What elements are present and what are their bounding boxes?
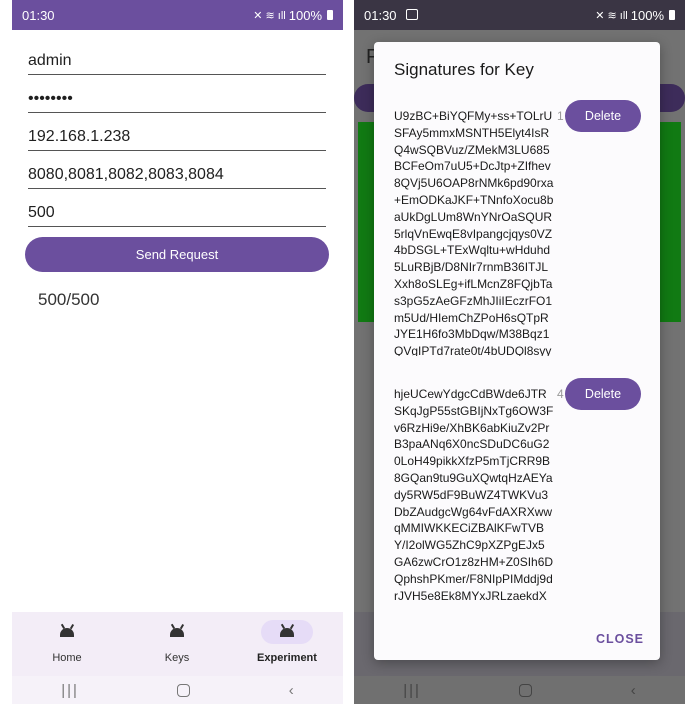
nav-experiment-label: Experiment [257, 652, 317, 664]
count-field[interactable]: 500 [28, 202, 326, 227]
signature-index: 1 [557, 109, 564, 123]
signature-index: 4 [557, 387, 564, 401]
status-icons: ✕ ≋ ıll 100% [253, 8, 333, 23]
status-time: 01:30 [22, 7, 55, 23]
username-field[interactable]: admin [28, 50, 326, 75]
status-time: 01:30 [364, 7, 397, 23]
back-icon[interactable]: ‹ [289, 682, 294, 699]
password-field[interactable]: •••••••• [28, 88, 326, 113]
nav-keys-pill [151, 620, 203, 644]
close-button[interactable]: CLOSE [596, 632, 644, 646]
nav-home-pill [41, 620, 93, 644]
android-icon [60, 627, 74, 637]
home-icon[interactable] [519, 683, 533, 697]
keys-screen-with-dialog: 01:30 ✕ ≋ ıll 100% P Signatures for Key … [354, 0, 685, 704]
nav-home[interactable]: Home [17, 620, 117, 664]
ports-field[interactable]: 8080,8081,8082,8083,8084 [28, 164, 326, 189]
android-icon [280, 627, 294, 637]
recents-icon[interactable]: ||| [403, 682, 421, 699]
ip-field[interactable]: 192.168.1.238 [28, 126, 326, 151]
send-request-button[interactable]: Send Request [25, 237, 329, 272]
nav-home-label: Home [52, 652, 82, 664]
bottom-navigation: Home Keys Experiment [12, 612, 343, 676]
image-notification-icon [406, 8, 419, 20]
battery-icon [669, 10, 675, 20]
nav-experiment[interactable]: Experiment [237, 620, 337, 664]
signal-icons: ✕ ≋ ıll [595, 9, 628, 22]
nav-keys-label: Keys [164, 652, 190, 664]
experiment-screen: 01:30 ✕ ≋ ıll 100% admin •••••••• 192.16… [12, 0, 343, 704]
status-icons: ✕ ≋ ıll 100% [595, 8, 675, 23]
back-icon[interactable]: ‹ [631, 682, 636, 699]
battery-percent: 100% [288, 7, 322, 23]
signature-text: U9zBC+BiYQFMy+ss+TOLrUSFAy5mmxMSNTH5Elyt… [394, 109, 554, 356]
nav-experiment-pill [261, 620, 313, 644]
progress-text: 500/500 [38, 290, 100, 309]
recents-icon[interactable]: ||| [61, 682, 79, 699]
system-navigation-bar: ||| ‹ [354, 676, 685, 704]
battery-percent: 100% [630, 7, 664, 23]
delete-signature-button[interactable]: Delete [565, 378, 641, 410]
battery-icon [327, 10, 333, 20]
status-time-group: 01:30 [364, 7, 419, 23]
dialog-title: Signatures for Key [394, 60, 534, 79]
status-bar: 01:30 ✕ ≋ ıll 100% [12, 0, 343, 30]
status-bar: 01:30 ✕ ≋ ıll 100% [354, 0, 685, 30]
system-navigation-bar: ||| ‹ [12, 676, 343, 704]
signature-text: hjeUCewYdgcCdBWde6JTRSKqJgP55stGBIjNxTg6… [394, 387, 554, 603]
nav-keys[interactable]: Keys [127, 620, 227, 664]
home-icon[interactable] [177, 683, 191, 697]
android-icon [170, 627, 184, 637]
signatures-dialog: Signatures for Key U9zBC+BiYQFMy+ss+TOLr… [374, 42, 660, 660]
delete-signature-button[interactable]: Delete [565, 100, 641, 132]
signal-icons: ✕ ≋ ıll [253, 9, 286, 22]
